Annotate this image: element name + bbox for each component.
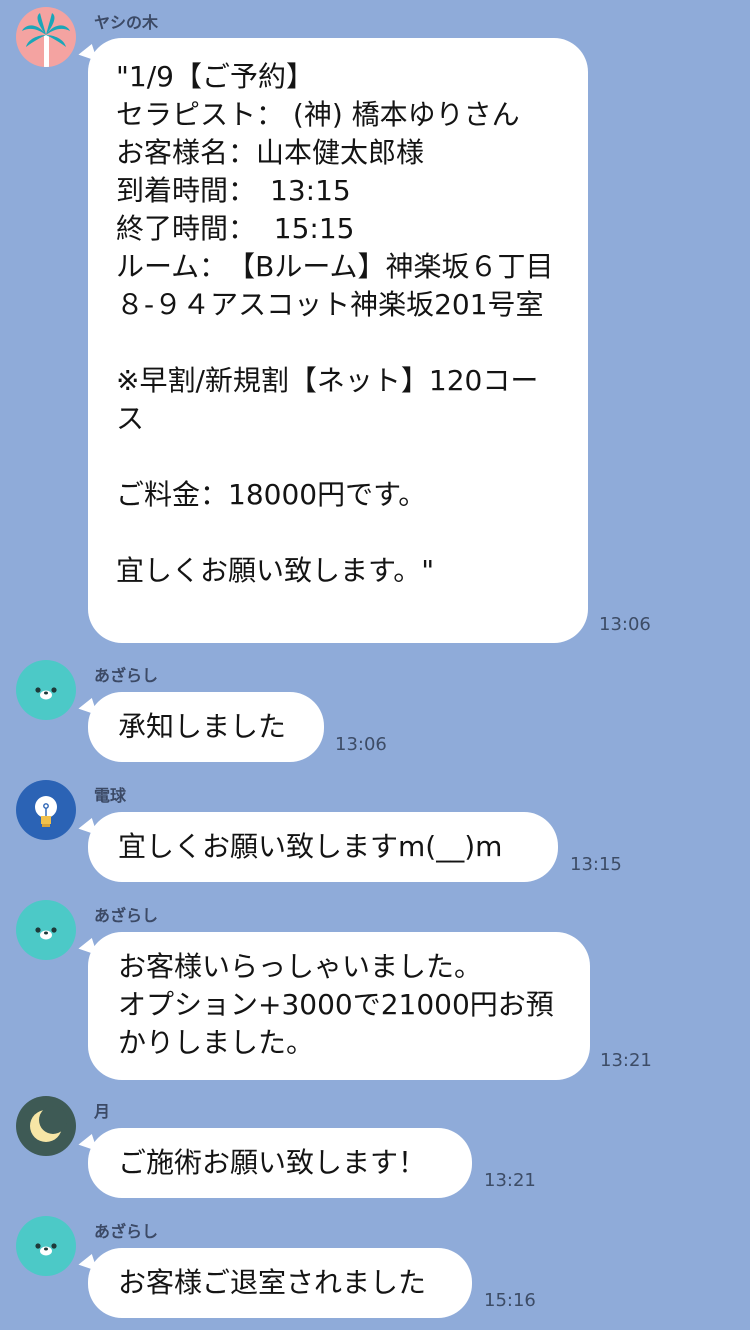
message-time: 13:21 — [484, 1170, 536, 1191]
message-bubble[interactable]: お客様いらっしゃいました。 オプション+3000で21000円お預かりしました。 — [88, 932, 590, 1080]
seal-icon — [16, 900, 76, 960]
seal-icon — [16, 660, 76, 720]
sender-name: あざらし — [94, 1222, 159, 1241]
avatar-seal[interactable] — [16, 660, 76, 720]
message-bubble[interactable]: 宜しくお願い致しますm(__)m — [88, 812, 558, 882]
message-bubble[interactable]: ご施術お願い致します！ — [88, 1128, 472, 1198]
avatar-seal[interactable] — [16, 1216, 76, 1276]
palm-tree-icon — [16, 7, 76, 67]
avatar-palm-tree[interactable] — [16, 7, 76, 67]
message-bubble[interactable]: "1/9【ご予約】 セラピスト： (神) 橋本ゆりさん お客様名：山本健太郎様 … — [88, 38, 588, 643]
avatar-moon[interactable] — [16, 1096, 76, 1156]
sender-name: あざらし — [94, 666, 159, 685]
message-time: 13:06 — [335, 734, 387, 755]
sender-name: 月 — [94, 1102, 111, 1121]
message-time: 13:06 — [599, 614, 651, 635]
avatar-seal[interactable] — [16, 900, 76, 960]
seal-icon — [16, 1216, 76, 1276]
sender-name: ヤシの木 — [94, 13, 159, 32]
message-bubble[interactable]: お客様ご退室されました — [88, 1248, 472, 1318]
avatar-lightbulb[interactable] — [16, 780, 76, 840]
message-bubble[interactable]: 承知しました — [88, 692, 324, 762]
chat-area[interactable]: ヤシの木 "1/9【ご予約】 セラピスト： (神) 橋本ゆりさん お客様名：山本… — [0, 0, 750, 1330]
moon-icon — [16, 1096, 76, 1156]
message-time: 13:21 — [600, 1050, 652, 1071]
message-time: 13:15 — [570, 854, 622, 875]
lightbulb-icon — [16, 780, 76, 840]
sender-name: 電球 — [94, 786, 127, 805]
message-time: 15:16 — [484, 1290, 536, 1311]
sender-name: あざらし — [94, 906, 159, 925]
